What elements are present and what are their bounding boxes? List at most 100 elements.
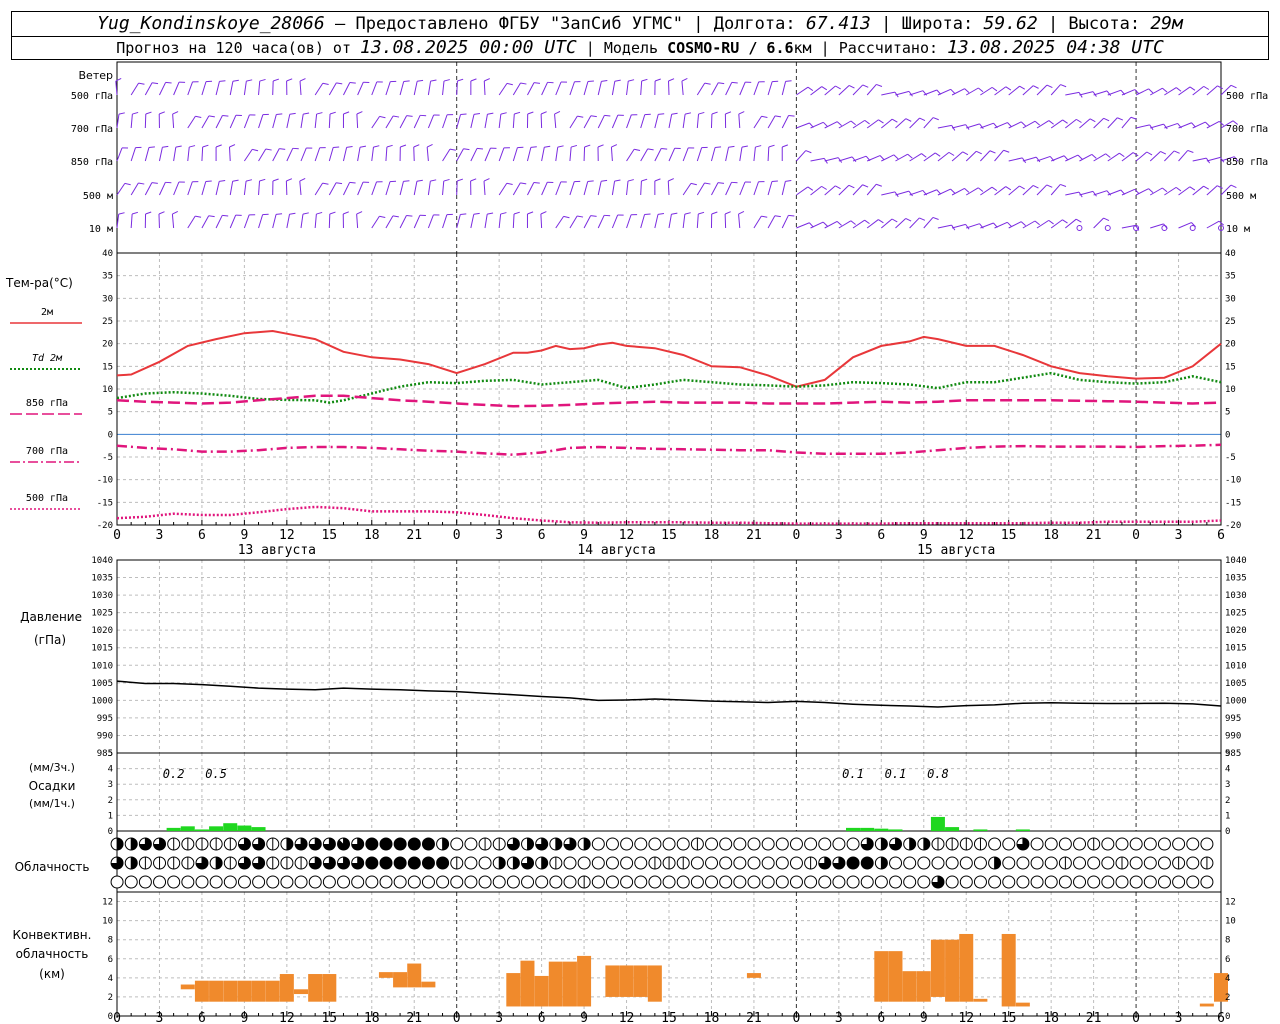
cloud-circle bbox=[1044, 875, 1058, 889]
cloud-circle bbox=[506, 875, 520, 889]
conv-cloud-bar bbox=[888, 951, 903, 1002]
y-tick-label-right: 0 bbox=[1225, 827, 1230, 837]
wind-barb-staff bbox=[1022, 185, 1034, 196]
wind-barb-staff bbox=[1206, 220, 1220, 229]
wind-barb-staff bbox=[597, 81, 602, 96]
wind-barb-staff bbox=[130, 82, 139, 96]
wind-barb-staff bbox=[173, 181, 180, 196]
wind-barb-staff bbox=[187, 81, 194, 96]
conv-cloud-bar bbox=[393, 972, 408, 988]
day-label: 15 августа bbox=[917, 543, 995, 558]
cloud-fill bbox=[541, 857, 548, 869]
wind-barb-staff bbox=[994, 221, 1008, 229]
wind-barb-staff bbox=[328, 82, 337, 96]
cloud-fill bbox=[909, 838, 916, 850]
cloud-symbol bbox=[577, 837, 591, 851]
wind-barb-staff bbox=[654, 148, 662, 162]
wind-barb-staff bbox=[527, 182, 535, 196]
wind-barb-staff bbox=[215, 115, 223, 129]
hour-label: 21 bbox=[1086, 528, 1102, 543]
t500-line bbox=[116, 505, 1222, 525]
cloud-symbol bbox=[506, 856, 520, 870]
pressure-unit: (гПа) bbox=[34, 633, 66, 647]
precip-bar bbox=[945, 827, 960, 831]
conv-cloud-bar bbox=[874, 951, 889, 1002]
cloud-circle bbox=[1030, 856, 1044, 870]
cloud-symbol bbox=[988, 837, 1002, 851]
wind-barb-flag bbox=[1019, 85, 1026, 90]
provider: Предоставлено ФГБУ "ЗапСиб УГМС" bbox=[355, 14, 683, 34]
cloud-circle bbox=[1087, 856, 1101, 870]
wind-barb-flag bbox=[487, 212, 494, 215]
wind-barb-staff bbox=[272, 214, 277, 229]
wind-barb-staff bbox=[711, 82, 719, 96]
y-tick-label-left: 5 bbox=[108, 749, 113, 759]
y-tick-label-right: 10 bbox=[1225, 917, 1236, 927]
wind-barb-flag bbox=[822, 121, 828, 127]
cloud-circle bbox=[464, 856, 478, 870]
hour-label-bottom: 18 bbox=[704, 1011, 720, 1024]
hour-label: 6 bbox=[877, 528, 885, 543]
wind-barb-flag bbox=[118, 112, 125, 115]
cloud-symbol bbox=[521, 875, 535, 889]
wind-barb-staff bbox=[852, 155, 867, 162]
cloud-circle bbox=[973, 875, 987, 889]
cloud-symbol bbox=[421, 837, 435, 851]
wind-barb-staff bbox=[314, 214, 317, 229]
wind-barb-flag bbox=[443, 79, 450, 82]
wind-barb-flag bbox=[1117, 117, 1124, 121]
cloud-circle bbox=[563, 856, 577, 870]
conv-cloud-bar bbox=[1001, 933, 1016, 1007]
hour-label: 21 bbox=[406, 528, 422, 543]
cloud-symbol bbox=[874, 856, 888, 870]
wind-barb-staff bbox=[753, 147, 756, 162]
wind-barb-staff bbox=[173, 81, 180, 96]
wind-barb-staff bbox=[965, 150, 977, 162]
wind-barb-flag bbox=[584, 144, 591, 148]
wind-barb-staff bbox=[1079, 118, 1091, 129]
cloud-circle bbox=[1186, 856, 1200, 870]
cloud-circle bbox=[407, 856, 421, 870]
wind-barb-staff bbox=[682, 183, 692, 196]
hour-label-bottom: 9 bbox=[580, 1011, 588, 1024]
hour-label: 12 bbox=[279, 528, 295, 543]
wind-barb-flag bbox=[864, 219, 870, 225]
wind-barb-flag bbox=[400, 144, 407, 148]
wind-barb-flag bbox=[148, 146, 155, 148]
cloud-circle bbox=[379, 875, 393, 889]
wind-barb-staff bbox=[937, 188, 951, 196]
wind-barb-flag bbox=[1075, 218, 1082, 223]
cloud-symbol bbox=[945, 856, 959, 870]
wind-barb-flag bbox=[728, 145, 735, 148]
wind-barb-flag bbox=[403, 180, 410, 182]
cloud-circle bbox=[719, 875, 733, 889]
cloud-circle bbox=[676, 875, 690, 889]
cloud-symbol bbox=[506, 837, 520, 851]
cloud-cover-symbols bbox=[110, 837, 1214, 889]
cloud-symbol bbox=[1115, 856, 1129, 870]
wind-barb-flag bbox=[964, 88, 970, 94]
cloud-symbol bbox=[846, 856, 860, 870]
wind-barb-staff bbox=[1164, 150, 1175, 162]
wind-barb-flag bbox=[718, 82, 725, 85]
wind-barb-flag bbox=[788, 115, 795, 117]
cloud-symbol bbox=[294, 837, 308, 851]
wind-barb-staff bbox=[385, 115, 394, 129]
wind-barb-staff bbox=[569, 147, 572, 162]
wind-barb-staff bbox=[201, 181, 207, 196]
wind-barb-flag bbox=[587, 180, 594, 182]
wind-barb-flag bbox=[276, 213, 283, 215]
y-tick-label-right: 1030 bbox=[1225, 591, 1247, 601]
wind-barb-flag bbox=[614, 179, 621, 182]
cloud-symbol bbox=[237, 837, 251, 851]
wind-barb-staff bbox=[1178, 222, 1192, 229]
wind-barb-staff bbox=[640, 148, 649, 162]
cloud-symbol bbox=[634, 875, 648, 889]
cloud-symbol bbox=[690, 837, 704, 851]
cloud-symbol bbox=[676, 875, 690, 889]
cloud-symbol bbox=[733, 875, 747, 889]
wind-barb-flag bbox=[821, 185, 827, 190]
cloud-circle bbox=[1186, 875, 1200, 889]
wind-barb-staff bbox=[356, 113, 359, 129]
wind-barb-staff bbox=[512, 213, 515, 229]
